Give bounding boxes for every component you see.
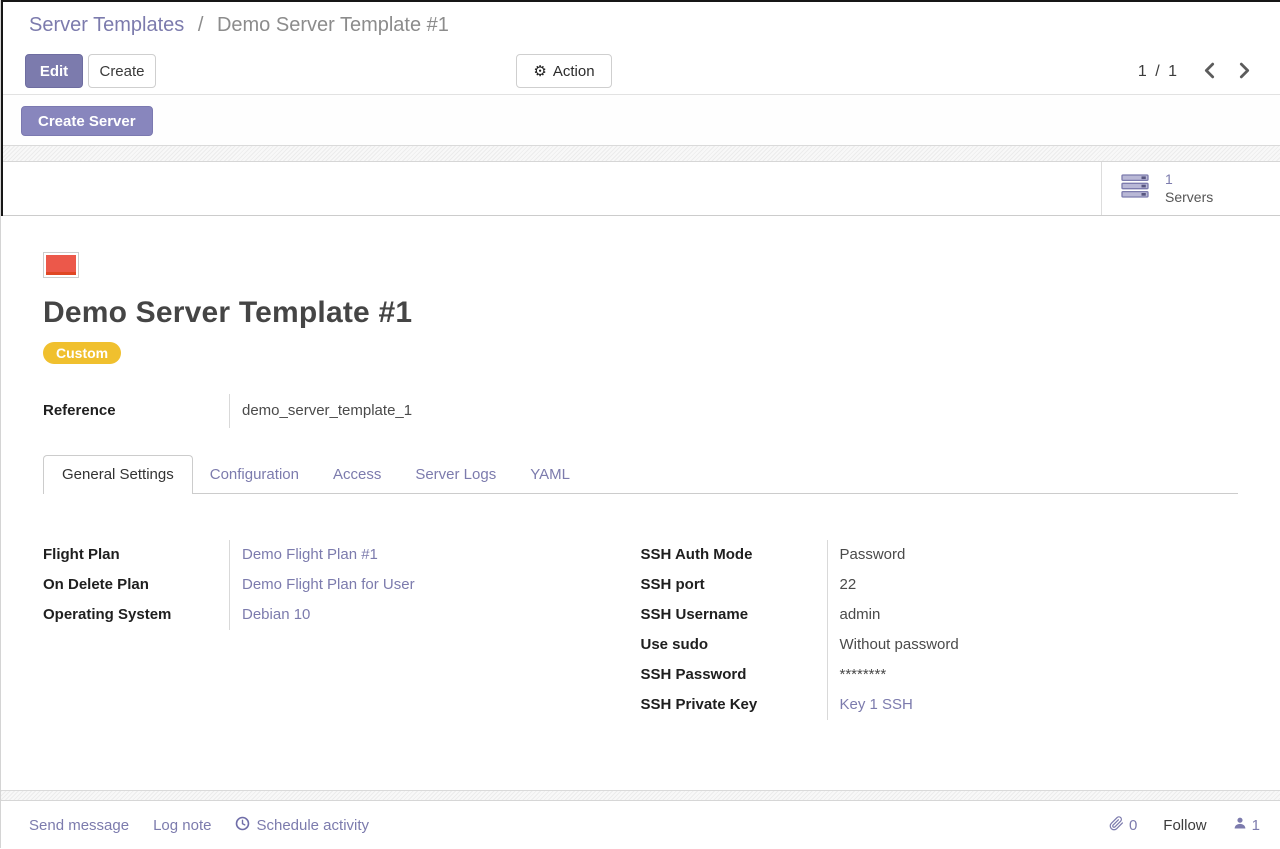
chatter-actions: Send message Log note Schedule activity	[29, 816, 369, 835]
pager: 1 / 1	[1138, 48, 1255, 95]
ssh-password-value: ********	[840, 660, 1199, 690]
ssh-password-label: SSH Password	[641, 660, 827, 690]
window-border-top	[1, 0, 1280, 2]
attachments-button[interactable]: 0	[1109, 816, 1137, 835]
chatter-meta: 0 Follow 1	[1109, 816, 1260, 835]
color-thumbnail[interactable]	[43, 252, 79, 278]
operating-system-label: Operating System	[43, 600, 229, 630]
hatched-divider-top	[1, 145, 1280, 162]
servers-stat-button[interactable]: 1 Servers	[1101, 162, 1280, 215]
ssh-username-label: SSH Username	[641, 600, 827, 630]
tab-server-logs[interactable]: Server Logs	[398, 456, 513, 493]
ssh-private-key-value[interactable]: Key 1 SSH	[840, 690, 1199, 720]
tab-access[interactable]: Access	[316, 456, 398, 493]
operating-system-value[interactable]: Debian 10	[242, 600, 641, 630]
status-bar: Create Server	[1, 95, 1280, 145]
chevron-right-icon	[1238, 62, 1251, 82]
notebook-tabs: General Settings Configuration Access Se…	[43, 454, 1238, 494]
servers-label: Servers	[1165, 189, 1213, 207]
left-field-group: Flight Plan On Delete Plan Operating Sys…	[43, 540, 641, 720]
ssh-private-key-label: SSH Private Key	[641, 690, 827, 720]
follower-count: 1	[1252, 817, 1260, 834]
chatter-bar: Send message Log note Schedule activity …	[1, 801, 1280, 849]
ssh-auth-mode-label: SSH Auth Mode	[641, 540, 827, 570]
action-button[interactable]: ⚙ Action	[516, 54, 612, 88]
servers-icon	[1121, 174, 1151, 204]
schedule-activity-label: Schedule activity	[256, 817, 369, 834]
flight-plan-label: Flight Plan	[43, 540, 229, 570]
reference-value-col: demo_server_template_1	[229, 394, 1238, 428]
breadcrumb-current: Demo Server Template #1	[217, 14, 449, 36]
reference-value: demo_server_template_1	[242, 394, 1238, 428]
on-delete-plan-label: On Delete Plan	[43, 570, 229, 600]
person-icon	[1233, 816, 1247, 834]
use-sudo-value: Without password	[840, 630, 1199, 660]
paperclip-icon	[1109, 816, 1124, 835]
chevron-left-icon	[1203, 62, 1216, 82]
action-button-label: Action	[553, 63, 595, 80]
breadcrumb: Server Templates / Demo Server Template …	[1, 0, 1280, 48]
right-field-group: SSH Auth Mode SSH port SSH Username Use …	[641, 540, 1239, 720]
reference-label: Reference	[43, 394, 229, 428]
use-sudo-label: Use sudo	[641, 630, 827, 660]
pager-previous-button[interactable]	[1199, 58, 1220, 86]
servers-count: 1	[1165, 171, 1213, 189]
followers-button[interactable]: 1	[1233, 816, 1260, 834]
page: Server Templates / Demo Server Template …	[0, 0, 1280, 848]
create-server-button[interactable]: Create Server	[21, 106, 153, 136]
attachment-count: 0	[1129, 817, 1137, 834]
form-sheet: Demo Server Template #1 Custom Reference…	[1, 216, 1280, 790]
tab-general-settings[interactable]: General Settings	[43, 455, 193, 494]
clock-icon	[235, 816, 250, 835]
log-note-link[interactable]: Log note	[153, 817, 211, 834]
color-thumbnail-fill	[46, 255, 76, 275]
on-delete-plan-value[interactable]: Demo Flight Plan for User	[242, 570, 641, 600]
right-labels: SSH Auth Mode SSH port SSH Username Use …	[641, 540, 827, 720]
follow-button[interactable]: Follow	[1163, 817, 1206, 834]
flight-plan-value[interactable]: Demo Flight Plan #1	[242, 540, 641, 570]
send-message-link[interactable]: Send message	[29, 817, 129, 834]
ssh-auth-mode-value: Password	[840, 540, 1199, 570]
left-values: Demo Flight Plan #1 Demo Flight Plan for…	[229, 540, 641, 630]
window-border-left	[1, 0, 3, 216]
ssh-port-value: 22	[840, 570, 1199, 600]
reference-group: Reference demo_server_template_1	[43, 394, 1238, 428]
reference-label-col: Reference	[43, 394, 229, 428]
schedule-activity-link[interactable]: Schedule activity	[235, 816, 369, 835]
gear-icon: ⚙	[533, 64, 546, 79]
pager-next-button[interactable]	[1234, 58, 1255, 86]
edit-button[interactable]: Edit	[25, 54, 83, 88]
custom-badge: Custom	[43, 342, 121, 364]
hatched-divider-bottom	[1, 790, 1280, 801]
tab-configuration[interactable]: Configuration	[193, 456, 316, 493]
ssh-port-label: SSH port	[641, 570, 827, 600]
breadcrumb-separator: /	[198, 14, 204, 36]
ssh-username-value: admin	[840, 600, 1199, 630]
left-labels: Flight Plan On Delete Plan Operating Sys…	[43, 540, 229, 630]
pager-value: 1 / 1	[1138, 63, 1179, 81]
breadcrumb-parent-link[interactable]: Server Templates	[29, 14, 184, 36]
record-title: Demo Server Template #1	[43, 296, 1238, 330]
tab-yaml[interactable]: YAML	[513, 456, 587, 493]
control-bar: Edit Create ⚙ Action 1 / 1	[1, 48, 1280, 95]
button-box: 1 Servers	[1, 162, 1280, 216]
servers-stat-text: 1 Servers	[1165, 171, 1213, 206]
tab-content-general-settings: Flight Plan On Delete Plan Operating Sys…	[43, 494, 1238, 720]
right-values: Password 22 admin Without password *****…	[827, 540, 1199, 720]
create-button[interactable]: Create	[88, 54, 156, 88]
